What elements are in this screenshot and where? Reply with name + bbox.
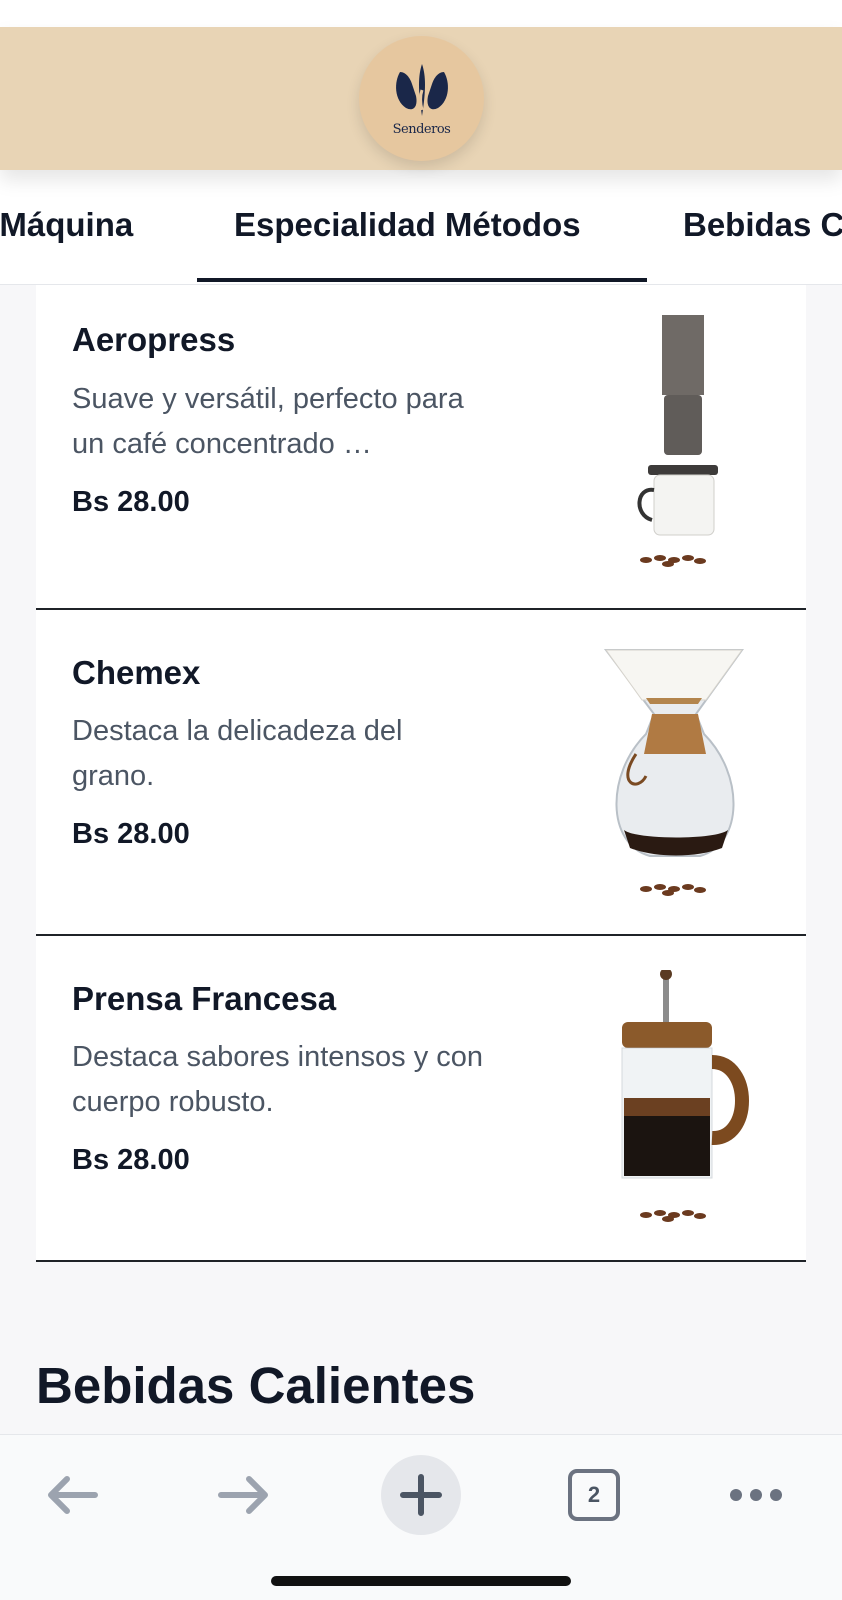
arrow-right-icon: [218, 1476, 268, 1514]
product-card-chemex[interactable]: Chemex Destaca la delicadeza del grano. …: [36, 610, 806, 936]
french-press-image: [621, 970, 749, 1222]
tab-bebidas-calientes[interactable]: Bebidas Calientes: [683, 206, 842, 244]
arrow-left-icon: [48, 1476, 98, 1514]
product-description: Destaca la delicadeza del grano.: [72, 715, 403, 792]
forward-button[interactable]: [214, 1455, 276, 1535]
app-header: Senderos: [0, 27, 842, 170]
logo-text: Senderos: [392, 122, 451, 137]
product-card-prensa-francesa[interactable]: Prensa Francesa Destaca sabores intensos…: [36, 936, 806, 1262]
product-description: Destaca sabores intensos y con cuerpo ro…: [72, 1041, 484, 1118]
product-name: Chemex: [72, 654, 201, 691]
product-name: Prensa Francesa: [72, 980, 337, 1017]
home-indicator: [271, 1576, 571, 1586]
active-tab-indicator: [197, 278, 647, 282]
product-price: Bs 28.00: [72, 1144, 190, 1176]
more-dots-icon: [730, 1489, 782, 1501]
product-list: Aeropress Suave y versátil, perfecto par…: [36, 285, 806, 1262]
tab-especialidad-metodos[interactable]: Especialidad Métodos: [234, 206, 581, 244]
section-title-bebidas-calientes: Bebidas Calientes: [36, 1357, 476, 1414]
chemex-image: [604, 649, 744, 896]
browser-toolbar: 2: [0, 1434, 842, 1600]
product-card-aeropress[interactable]: Aeropress Suave y versátil, perfecto par…: [36, 285, 806, 610]
plus-icon: [400, 1474, 442, 1516]
product-price: Bs 28.00: [72, 486, 190, 518]
product-name: Aeropress: [72, 321, 236, 358]
back-button[interactable]: [40, 1455, 102, 1535]
product-price: Bs 28.00: [72, 818, 190, 850]
new-tab-button[interactable]: [381, 1455, 461, 1535]
tabs-button[interactable]: 2: [568, 1469, 620, 1521]
logo-mark-icon: [395, 64, 448, 116]
tab-cafe-de-maquina[interactable]: Café de Máquina: [0, 206, 133, 244]
status-bar: [0, 0, 842, 27]
tab-count-badge: 2: [568, 1469, 620, 1521]
more-menu-button[interactable]: [726, 1455, 786, 1535]
aeropress-image: [637, 315, 718, 567]
category-tabs: Café de Máquina Especialidad Métodos Beb…: [0, 170, 842, 285]
product-description: Suave y versátil, perfecto para un café …: [72, 383, 464, 460]
brand-logo[interactable]: Senderos: [359, 36, 484, 161]
